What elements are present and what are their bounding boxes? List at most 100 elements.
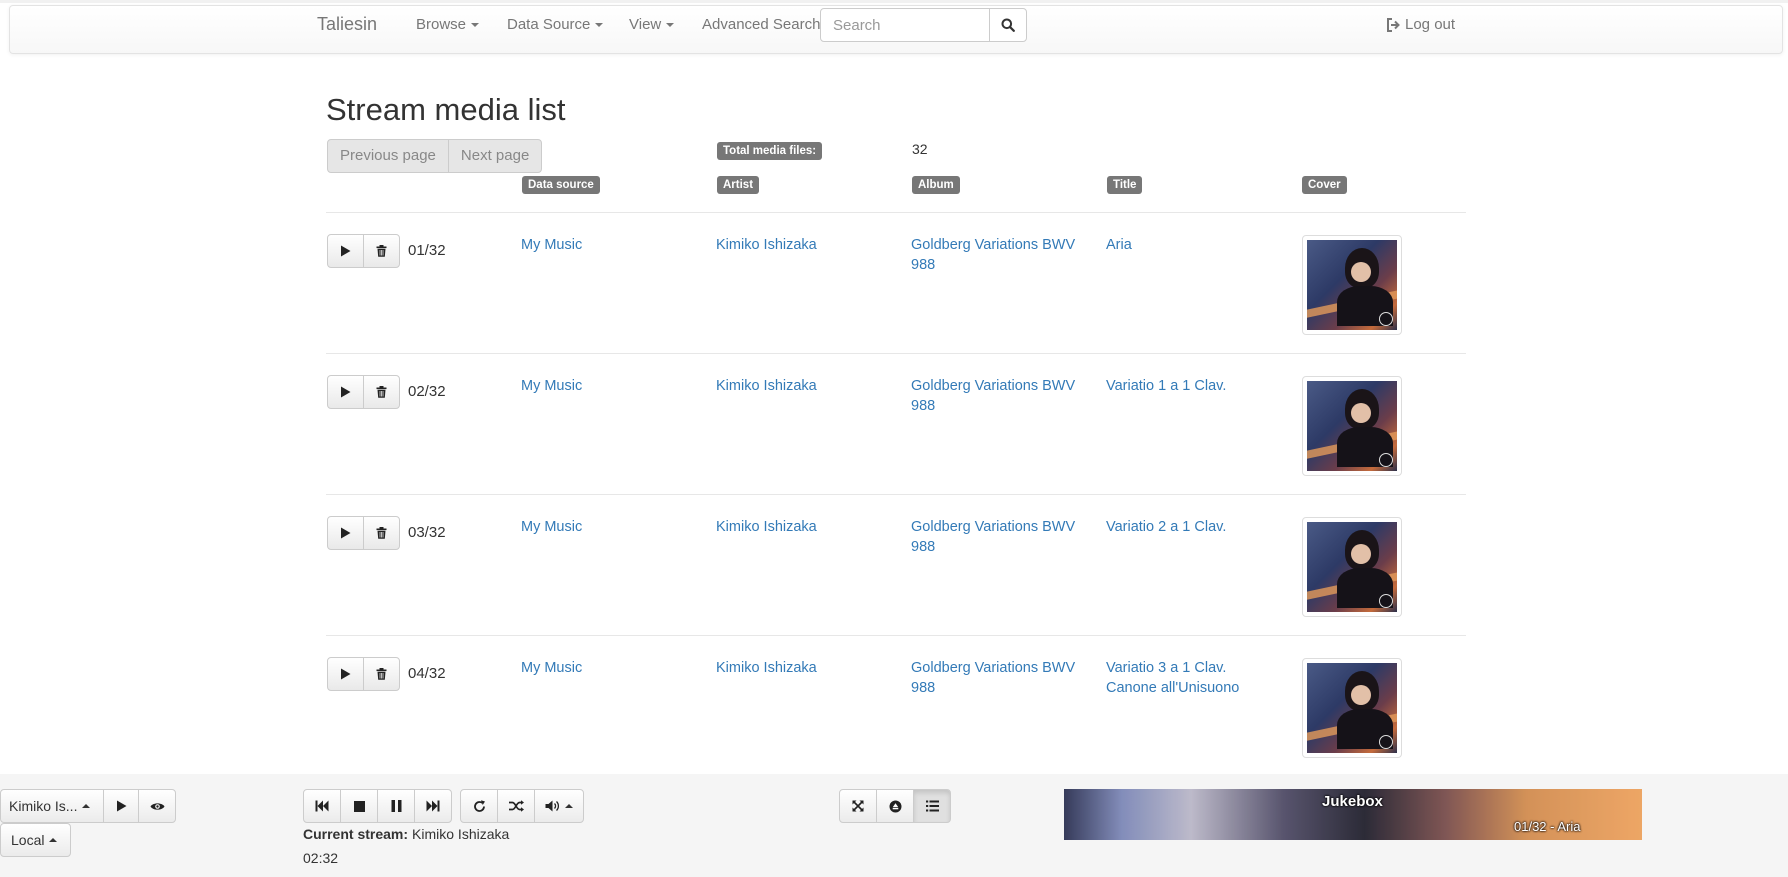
track-position: 02/32 <box>408 383 446 400</box>
logout-label: Log out <box>1405 16 1456 33</box>
jukebox-now-playing: 01/32 - Aria <box>1514 819 1581 834</box>
media-row: 02/32 My Music Kimiko Ishizaka Goldberg … <box>326 353 1466 493</box>
media-row: 04/32 My Music Kimiko Ishizaka Goldberg … <box>326 635 1466 775</box>
caret-up-icon <box>82 804 91 808</box>
artist-link[interactable]: Kimiko Ishizaka <box>716 235 817 255</box>
delete-button[interactable] <box>363 657 400 691</box>
player-select-label: Local <box>11 832 45 848</box>
brand-logo[interactable]: Taliesin <box>317 14 377 35</box>
artist-link[interactable]: Kimiko Ishizaka <box>716 376 817 396</box>
eye-icon <box>150 802 164 810</box>
cover-thumbnail[interactable] <box>1302 376 1402 476</box>
view-controls <box>839 789 951 823</box>
top-strip <box>0 0 1788 3</box>
artist-link[interactable]: Kimiko Ishizaka <box>716 517 817 537</box>
stream-select-dropdown[interactable]: Kimiko Is... <box>0 789 104 823</box>
title-link[interactable]: Variatio 1 a 1 Clav. <box>1106 376 1281 396</box>
album-cover-image <box>1307 240 1397 330</box>
data-source-link[interactable]: My Music <box>521 517 582 537</box>
play-icon <box>341 386 351 398</box>
album-link[interactable]: Goldberg Variations BWV 988 <box>911 376 1081 416</box>
title-link[interactable]: Variatio 2 a 1 Clav. <box>1106 517 1281 537</box>
delete-button[interactable] <box>363 375 400 409</box>
stop-button[interactable] <box>340 789 378 823</box>
data-source-link[interactable]: My Music <box>521 658 582 678</box>
search-icon <box>1001 18 1015 32</box>
album-link[interactable]: Goldberg Variations BWV 988 <box>911 235 1081 275</box>
pause-icon <box>391 800 401 812</box>
stream-view-button[interactable] <box>138 789 176 823</box>
delete-button[interactable] <box>363 516 400 550</box>
play-button[interactable] <box>327 657 364 691</box>
pagination: Previous page Next page <box>327 139 543 173</box>
album-link[interactable]: Goldberg Variations BWV 988 <box>911 658 1081 698</box>
title-link[interactable]: Variatio 3 a 1 Clav. Canone all'Unisuono <box>1106 658 1281 698</box>
row-controls <box>327 516 400 550</box>
album-link[interactable]: Goldberg Variations BWV 988 <box>911 517 1081 557</box>
list-icon <box>925 800 939 812</box>
volume-dropdown-button[interactable] <box>534 789 584 823</box>
playlist-button[interactable] <box>913 789 951 823</box>
cover-thumbnail[interactable] <box>1302 517 1402 617</box>
previous-track-button[interactable] <box>303 789 341 823</box>
play-button[interactable] <box>327 516 364 550</box>
column-header-data-source: Data source <box>522 176 600 194</box>
track-position: 03/32 <box>408 524 446 541</box>
jukebox-panel[interactable]: Jukebox 01/32 - Aria <box>1064 789 1642 840</box>
shuffle-button[interactable] <box>497 789 535 823</box>
page-title: Stream media list <box>326 92 566 127</box>
search-input[interactable] <box>820 8 990 42</box>
play-button[interactable] <box>327 234 364 268</box>
shuffle-icon <box>508 800 524 812</box>
row-controls <box>327 375 400 409</box>
play-icon <box>341 668 351 680</box>
data-source-link[interactable]: My Music <box>521 376 582 396</box>
delete-button[interactable] <box>363 234 400 268</box>
playback-time: 02:32 <box>303 850 339 866</box>
cover-thumbnail[interactable] <box>1302 658 1402 758</box>
repeat-button[interactable] <box>460 789 498 823</box>
search-button[interactable] <box>989 8 1027 42</box>
play-icon <box>341 245 351 257</box>
fullscreen-icon <box>852 800 864 812</box>
column-header-title: Title <box>1107 176 1143 194</box>
stream-play-button[interactable] <box>103 789 139 823</box>
nav-view[interactable]: View <box>629 16 675 33</box>
nav-data-source-label: Data Source <box>507 16 591 33</box>
row-controls <box>327 657 400 691</box>
caret-down-icon <box>471 23 480 28</box>
album-cover-image <box>1307 663 1397 753</box>
row-controls <box>327 234 400 268</box>
media-row: 03/32 My Music Kimiko Ishizaka Goldberg … <box>326 494 1466 634</box>
current-stream-info: Current stream: Kimiko Ishizaka <box>303 826 509 842</box>
nav-browse[interactable]: Browse <box>416 16 480 33</box>
pause-button[interactable] <box>377 789 415 823</box>
eject-button[interactable] <box>876 789 914 823</box>
title-link[interactable]: Aria <box>1106 235 1281 255</box>
column-header-album: Album <box>912 176 960 194</box>
player-select-dropdown[interactable]: Local <box>0 823 71 857</box>
data-source-link[interactable]: My Music <box>521 235 582 255</box>
next-page-button[interactable]: Next page <box>447 139 543 173</box>
nav-advanced-search[interactable]: Advanced Search <box>702 16 820 33</box>
previous-page-button[interactable]: Previous page <box>327 139 449 173</box>
current-stream-value: Kimiko Ishizaka <box>412 826 510 842</box>
play-icon <box>116 800 126 812</box>
playback-mode-controls <box>460 789 584 823</box>
caret-up-icon <box>565 804 573 808</box>
skip-backward-icon <box>315 800 329 812</box>
cover-thumbnail[interactable] <box>1302 235 1402 335</box>
nav-data-source[interactable]: Data Source <box>507 16 604 33</box>
play-button[interactable] <box>327 375 364 409</box>
stream-select-label: Kimiko Is... <box>9 798 78 814</box>
trash-icon <box>376 386 387 398</box>
stop-icon <box>353 800 365 812</box>
media-row: 01/32 My Music Kimiko Ishizaka Goldberg … <box>326 212 1466 352</box>
next-track-button[interactable] <box>414 789 452 823</box>
logout-link[interactable]: Log out <box>1386 16 1455 33</box>
artist-link[interactable]: Kimiko Ishizaka <box>716 658 817 678</box>
volume-icon <box>545 800 559 812</box>
player-select-group: Local <box>0 823 71 857</box>
caret-down-icon <box>666 23 675 28</box>
fullscreen-button[interactable] <box>839 789 877 823</box>
